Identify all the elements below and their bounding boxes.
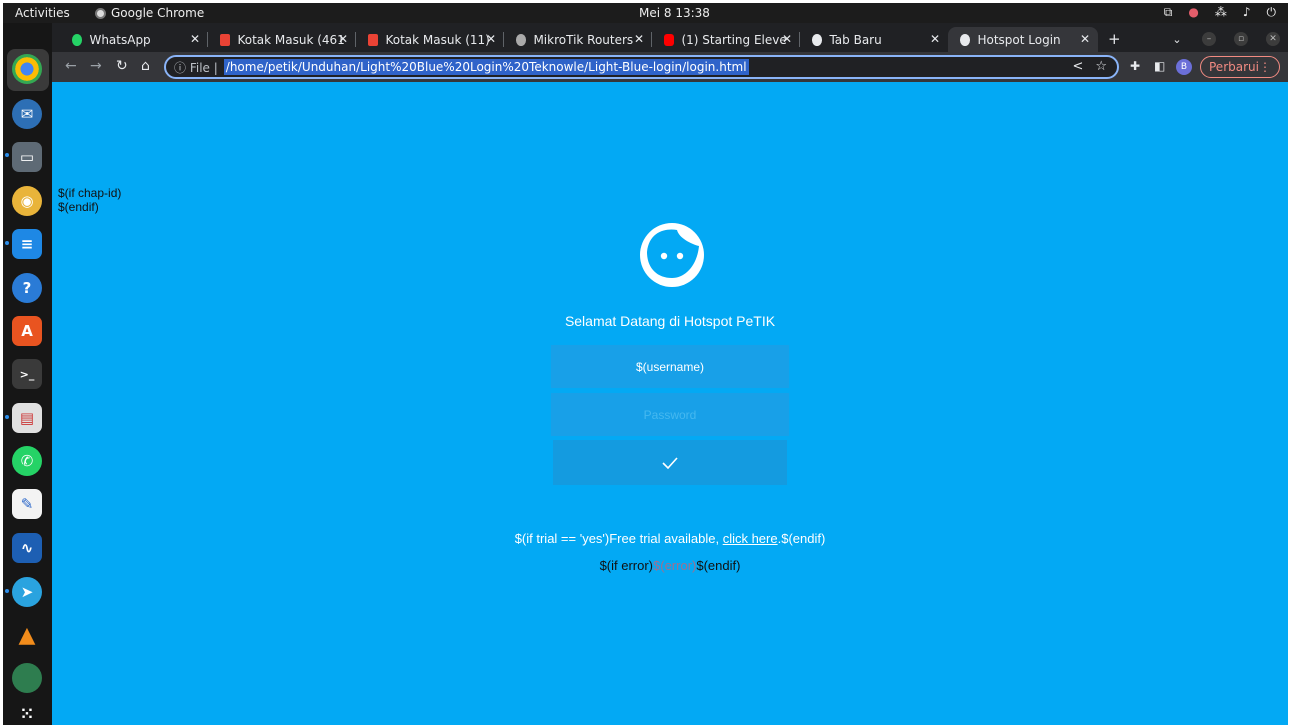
- whatsapp-icon: [72, 33, 83, 46]
- reload-icon[interactable]: ↻: [116, 58, 128, 74]
- text-editor-icon[interactable]: ✎: [12, 489, 42, 519]
- running-indicator: [5, 589, 9, 593]
- password-input[interactable]: Password: [551, 393, 789, 436]
- share-icon[interactable]: <: [1072, 59, 1083, 74]
- writer-icon[interactable]: ≡: [12, 229, 42, 259]
- tab-whatsapp[interactable]: WhatsApp ✕: [60, 27, 208, 52]
- minimize-icon[interactable]: –: [1202, 32, 1216, 46]
- tab-new-tab[interactable]: Tab Baru ✕: [800, 27, 948, 52]
- close-window-icon[interactable]: ✕: [1266, 32, 1280, 46]
- forward-icon[interactable]: →: [90, 58, 102, 74]
- welcome-heading: Selamat Datang di Hotspot PeTIK: [564, 313, 776, 329]
- free-trial-text: $(if trial == 'yes')Free trial available…: [514, 531, 826, 546]
- tab-close-icon[interactable]: ✕: [338, 32, 348, 46]
- tab-close-icon[interactable]: ✕: [634, 32, 644, 46]
- app-menu[interactable]: Google Chrome: [95, 6, 204, 20]
- error-message: $(error): [653, 558, 697, 573]
- error-template-text: $(if error)$(error)$(endif): [599, 558, 741, 573]
- address-bar[interactable]: ⓘ File | /home/petik/Unduhan/Light%20Blu…: [164, 55, 1119, 79]
- dock-app-icon[interactable]: [12, 663, 42, 693]
- extensions-icon[interactable]: ✚: [1130, 59, 1140, 73]
- tab-close-icon[interactable]: ✕: [486, 32, 496, 46]
- show-apps-icon[interactable]: ⁙: [12, 698, 42, 725]
- tab-hotspot-login[interactable]: Hotspot Login ✕: [948, 27, 1098, 52]
- document-viewer-icon[interactable]: ▤: [12, 403, 42, 433]
- tab-close-icon[interactable]: ✕: [782, 32, 792, 46]
- checkmark-icon: [662, 456, 678, 469]
- terminal-icon[interactable]: >_: [12, 359, 42, 389]
- maximize-icon[interactable]: ▫: [1234, 32, 1248, 46]
- tab-close-icon[interactable]: ✕: [190, 32, 200, 46]
- bookmark-star-icon[interactable]: ☆: [1095, 59, 1107, 74]
- tab-gmail-2[interactable]: Kotak Masuk (11) ✕: [356, 27, 504, 52]
- dock: ✉ ▭ ◉ ≡ ? A >_ ▤ ✆ ✎ ∿ ➤ ▲ ⁙: [3, 23, 52, 725]
- profile-avatar[interactable]: B: [1176, 59, 1192, 75]
- telegram-icon[interactable]: ➤: [12, 577, 42, 607]
- side-panel-icon[interactable]: ◧: [1154, 59, 1165, 73]
- tab-strip: WhatsApp ✕ Kotak Masuk (461 ✕ Kotak Masuk …: [52, 23, 1288, 52]
- site-info-icon[interactable]: ⓘ File |: [174, 59, 218, 76]
- user-face-icon: [640, 223, 704, 287]
- software-icon[interactable]: A: [12, 316, 42, 346]
- clock[interactable]: Mei 8 13:38: [639, 6, 710, 20]
- tab-mikrotik[interactable]: MikroTik Routers ✕: [504, 27, 652, 52]
- volume-icon[interactable]: ♪: [1243, 5, 1251, 20]
- running-indicator: [5, 415, 9, 419]
- files-icon[interactable]: ▭: [12, 142, 42, 172]
- globe-icon: [960, 33, 971, 46]
- update-button[interactable]: Perbarui ⋮: [1200, 56, 1280, 78]
- free-trial-link[interactable]: click here: [723, 531, 778, 546]
- tray-app-icon[interactable]: ●: [1188, 5, 1198, 20]
- power-icon[interactable]: ⏻: [1267, 5, 1277, 20]
- login-submit-button[interactable]: [553, 440, 787, 485]
- tab-close-icon[interactable]: ✕: [930, 32, 940, 46]
- activities-button[interactable]: Activities: [15, 6, 70, 20]
- network-icon[interactable]: ⁂: [1215, 5, 1227, 20]
- gmail-icon: [368, 33, 379, 46]
- youtube-icon: [664, 33, 675, 46]
- url-text[interactable]: /home/petik/Unduhan/Light%20Blue%20Login…: [223, 59, 749, 75]
- system-top-bar: Activities Google Chrome Mei 8 13:38 ⧉ ●…: [3, 3, 1288, 23]
- tab-search-chevron-icon[interactable]: ⌄: [1170, 32, 1184, 46]
- system-tray[interactable]: ⧉ ● ⁂ ♪ ⏻: [1164, 5, 1276, 20]
- home-icon[interactable]: ⌂: [141, 58, 150, 74]
- extension-tray-icon[interactable]: ⧉: [1164, 5, 1173, 20]
- hotspot-login-page: $(if chap-id) $(endif) Selamat Datang di…: [52, 82, 1288, 725]
- app-name: Google Chrome: [111, 6, 205, 20]
- chrome-dock-icon[interactable]: [12, 54, 42, 84]
- menu-kebab-icon[interactable]: ⋮: [1259, 60, 1271, 74]
- vlc-icon[interactable]: ▲: [12, 620, 42, 650]
- rhythmbox-icon[interactable]: ◉: [12, 186, 42, 216]
- running-indicator: [5, 153, 9, 157]
- screen: Activities Google Chrome Mei 8 13:38 ⧉ ●…: [3, 3, 1288, 725]
- new-tab-button[interactable]: +: [1108, 30, 1121, 48]
- thunderbird-icon[interactable]: ✉: [12, 99, 42, 129]
- chrome-icon: [812, 33, 823, 46]
- tab-close-icon[interactable]: ✕: [1080, 32, 1090, 46]
- tab-youtube[interactable]: (1) Starting Eleve ✕: [652, 27, 800, 52]
- whatsapp-dock-icon[interactable]: ✆: [12, 446, 42, 476]
- help-icon[interactable]: ?: [12, 273, 42, 303]
- chrome-icon: [95, 7, 106, 19]
- running-indicator: [5, 241, 9, 245]
- username-input[interactable]: $(username): [551, 345, 789, 388]
- tab-gmail-1[interactable]: Kotak Masuk (461 ✕: [208, 27, 356, 52]
- gmail-icon: [220, 33, 231, 46]
- browser-toolbar: ← → ↻ ⌂ ⓘ File | /home/petik/Unduhan/Lig…: [52, 52, 1288, 82]
- mikrotik-icon: [516, 33, 527, 46]
- back-icon[interactable]: ←: [65, 58, 77, 74]
- chap-template-text: $(if chap-id) $(endif): [58, 186, 122, 214]
- system-monitor-icon[interactable]: ∿: [12, 533, 42, 563]
